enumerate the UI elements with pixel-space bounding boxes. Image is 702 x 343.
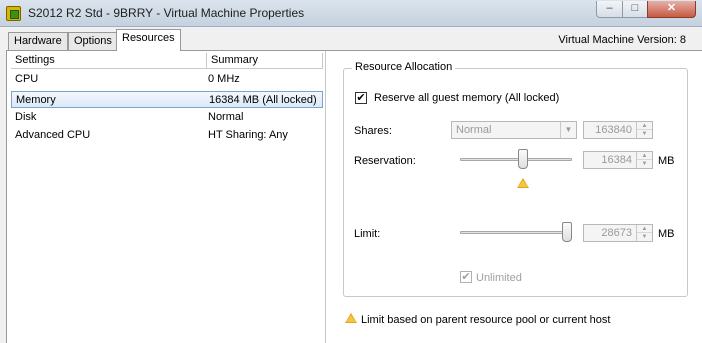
setting-summary: 0 MHz bbox=[208, 73, 240, 85]
limit-slider-thumb[interactable] bbox=[562, 222, 572, 242]
shares-value-input[interactable]: 163840 ▲ ▼ bbox=[583, 121, 653, 139]
setting-summary: 16384 MB (All locked) bbox=[209, 94, 317, 106]
minimize-icon: – bbox=[606, 2, 613, 14]
vm-version-label: Virtual Machine Version: 8 bbox=[558, 34, 686, 46]
dropdown-arrow-icon: ▼ bbox=[560, 122, 576, 138]
vm-app-icon bbox=[6, 6, 21, 21]
minimize-button[interactable]: – bbox=[596, 1, 623, 18]
warning-icon bbox=[517, 178, 530, 188]
unlimited-label: Unlimited bbox=[476, 272, 522, 284]
shares-value: 163840 bbox=[595, 124, 632, 136]
setting-name: Memory bbox=[16, 94, 56, 106]
close-icon: ✕ bbox=[666, 2, 677, 14]
setting-name: CPU bbox=[15, 73, 39, 85]
spin-up-icon[interactable]: ▲ bbox=[637, 122, 652, 130]
reservation-slider[interactable] bbox=[460, 158, 572, 161]
shares-select[interactable]: Normal ▼ bbox=[451, 121, 577, 139]
reservation-unit: MB bbox=[658, 155, 675, 167]
group-title: Resource Allocation bbox=[352, 61, 456, 73]
spin-down-icon[interactable]: ▼ bbox=[637, 160, 652, 168]
title-bar: S2012 R2 Std - 9BRRY - Virtual Machine P… bbox=[0, 0, 702, 27]
tab-hardware[interactable]: Hardware bbox=[8, 32, 68, 51]
tab-content: Settings Summary CPU 0 MHz Memory 16384 … bbox=[6, 50, 702, 343]
column-header-summary[interactable]: Summary bbox=[207, 53, 323, 69]
warning-icon bbox=[345, 313, 357, 323]
checkbox-check-icon: ✔ bbox=[356, 92, 366, 104]
resource-allocation-group: Resource Allocation ✔ Reserve all guest … bbox=[343, 61, 688, 297]
setting-name: Advanced CPU bbox=[15, 129, 91, 141]
pane-splitter[interactable] bbox=[325, 51, 326, 343]
spin-down-icon[interactable]: ▼ bbox=[637, 130, 652, 138]
checkbox-check-icon: ✔ bbox=[461, 271, 471, 283]
shares-selected-value: Normal bbox=[456, 124, 492, 136]
unlimited-checkbox[interactable]: ✔ bbox=[460, 271, 472, 283]
setting-summary: HT Sharing: Any bbox=[208, 129, 288, 141]
limit-value-input[interactable]: 28673 ▲ ▼ bbox=[583, 224, 653, 242]
spin-up-icon[interactable]: ▲ bbox=[637, 225, 652, 233]
maximize-icon: □ bbox=[631, 2, 639, 14]
reserve-all-memory-label: Reserve all guest memory (All locked) bbox=[374, 92, 560, 104]
reservation-label: Reservation: bbox=[354, 155, 416, 167]
settings-row-cpu[interactable]: CPU 0 MHz bbox=[11, 71, 323, 88]
close-button[interactable]: ✕ bbox=[647, 1, 696, 18]
limit-unit: MB bbox=[658, 228, 675, 240]
spin-down-icon[interactable]: ▼ bbox=[637, 233, 652, 241]
settings-row-advanced-cpu[interactable]: Advanced CPU HT Sharing: Any bbox=[11, 127, 323, 144]
setting-name: Disk bbox=[15, 111, 37, 123]
reservation-slider-thumb[interactable] bbox=[518, 149, 529, 169]
tab-resources[interactable]: Resources bbox=[116, 29, 181, 51]
settings-grid: Settings Summary CPU 0 MHz Memory 16384 … bbox=[11, 53, 323, 343]
spin-up-icon[interactable]: ▲ bbox=[637, 152, 652, 160]
settings-row-memory[interactable]: Memory 16384 MB (All locked) bbox=[11, 91, 323, 108]
setting-summary: Normal bbox=[208, 111, 244, 123]
limit-slider[interactable] bbox=[460, 231, 572, 234]
maximize-button[interactable]: □ bbox=[622, 1, 648, 18]
reservation-value-input[interactable]: 16384 ▲ ▼ bbox=[583, 151, 653, 169]
tab-strip: Hardware Options Resources Virtual Machi… bbox=[0, 27, 702, 51]
tab-options[interactable]: Options bbox=[68, 32, 118, 51]
limit-value: 28673 bbox=[601, 227, 632, 239]
shares-label: Shares: bbox=[354, 125, 392, 137]
settings-row-disk[interactable]: Disk Normal bbox=[11, 109, 323, 126]
reservation-value: 16384 bbox=[601, 154, 632, 166]
limit-warning-note: Limit based on parent resource pool or c… bbox=[361, 314, 611, 326]
grid-header: Settings Summary bbox=[11, 53, 323, 69]
column-header-settings[interactable]: Settings bbox=[11, 53, 207, 69]
reserve-all-memory-checkbox[interactable]: ✔ bbox=[355, 92, 367, 104]
limit-label: Limit: bbox=[354, 228, 381, 240]
window-title: S2012 R2 Std - 9BRRY - Virtual Machine P… bbox=[28, 6, 305, 20]
